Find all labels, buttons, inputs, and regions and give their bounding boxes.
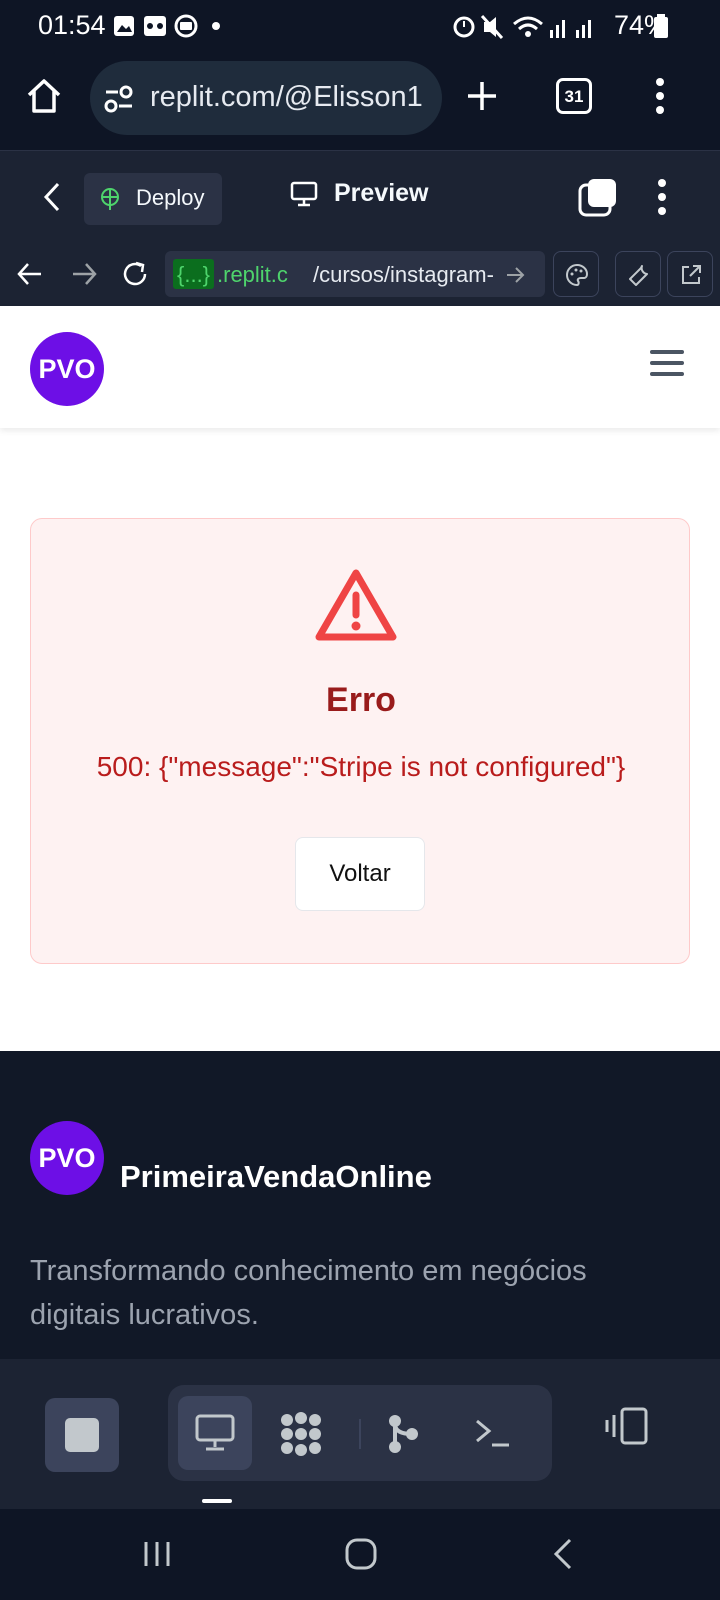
status-bar: 01:54 74% — [0, 0, 720, 52]
external-link-icon — [682, 265, 701, 284]
tab-switcher-button[interactable]: 31 — [556, 78, 592, 114]
switch-layout-icon[interactable] — [604, 1407, 650, 1447]
address-tag: {...} — [173, 259, 215, 289]
tool-switcher — [168, 1385, 552, 1481]
browser-toolbar: replit.com/@Elisson1 31 — [0, 52, 720, 150]
git-icon[interactable] — [386, 1413, 426, 1455]
site-header: PVO — [0, 306, 720, 428]
stop-icon — [65, 1418, 99, 1452]
address-host: .replit.c — [217, 262, 288, 287]
tool-preview[interactable] — [178, 1396, 252, 1470]
footer-logo: PVO — [30, 1121, 104, 1195]
devtools-button[interactable] — [615, 251, 661, 297]
nav-back-icon[interactable] — [16, 260, 44, 288]
arrow-right-icon — [507, 267, 525, 283]
preview-navbar: {...} .replit.c /cursos/instagram- — [0, 242, 720, 306]
replit-bottom-bar — [0, 1359, 720, 1509]
deploy-label: Deploy — [136, 185, 205, 210]
footer-tagline: Transformando conhecimento em negócios d… — [30, 1255, 587, 1331]
status-time: 01:54 — [38, 10, 106, 40]
home-button-icon[interactable] — [344, 1537, 378, 1571]
notification-icons — [114, 14, 220, 38]
browser-menu-icon[interactable] — [654, 76, 666, 116]
back-chevron-icon[interactable] — [42, 181, 62, 213]
active-tab-indicator — [202, 1499, 232, 1503]
back-button[interactable]: Voltar — [295, 837, 425, 911]
error-title: Erro — [326, 681, 396, 719]
monitor-icon — [290, 181, 318, 207]
deploy-icon — [101, 188, 119, 210]
footer-brand: PrimeiraVendaOnline — [120, 1159, 432, 1194]
home-icon[interactable] — [26, 78, 62, 114]
site-footer: PVO PrimeiraVendaOnline Transformando co… — [0, 1051, 720, 1359]
monitor-icon — [195, 1414, 235, 1451]
replit-menu-icon[interactable] — [656, 177, 668, 217]
palette-icon — [566, 263, 589, 287]
address-path: /cursos/instagram- — [313, 262, 494, 287]
android-nav-bar — [0, 1509, 720, 1600]
system-status-icons — [453, 14, 591, 40]
reload-icon[interactable] — [120, 259, 150, 289]
theme-button[interactable] — [553, 251, 599, 297]
wrench-icon — [629, 265, 648, 286]
terminal-icon[interactable] — [474, 1417, 512, 1449]
site-settings-icon[interactable] — [104, 85, 134, 113]
tabs-icon[interactable] — [578, 177, 618, 217]
error-card: Erro 500: {"message":"Stripe is not conf… — [30, 518, 690, 964]
new-tab-icon[interactable] — [466, 80, 498, 112]
nav-forward-icon[interactable] — [70, 260, 98, 288]
divider — [359, 1419, 361, 1449]
replit-toolbar: Deploy Preview — [0, 150, 720, 242]
preview-label: Preview — [334, 179, 429, 207]
stop-button[interactable] — [45, 1398, 119, 1472]
preview-address-bar[interactable]: {...} .replit.c /cursos/instagram- — [165, 251, 545, 297]
tab-count: 31 — [564, 87, 584, 106]
hamburger-menu-icon[interactable] — [650, 350, 684, 380]
recent-apps-icon[interactable] — [142, 1539, 172, 1569]
error-message: 500: {"message":"Stripe is not configure… — [96, 751, 626, 782]
site-logo[interactable]: PVO — [30, 332, 104, 406]
address-bar[interactable]: replit.com/@Elisson1 — [90, 61, 442, 135]
open-external-button[interactable] — [667, 251, 713, 297]
battery-icon — [654, 14, 668, 38]
url-text: replit.com/@Elisson1 — [150, 81, 423, 113]
warning-triangle-icon — [315, 569, 397, 641]
agent-icon[interactable] — [278, 1411, 324, 1457]
web-page: PVO Erro 500: {"message":"Stripe is not … — [0, 306, 720, 1051]
system-back-icon[interactable] — [552, 1537, 574, 1571]
deploy-button[interactable]: Deploy — [84, 173, 222, 225]
